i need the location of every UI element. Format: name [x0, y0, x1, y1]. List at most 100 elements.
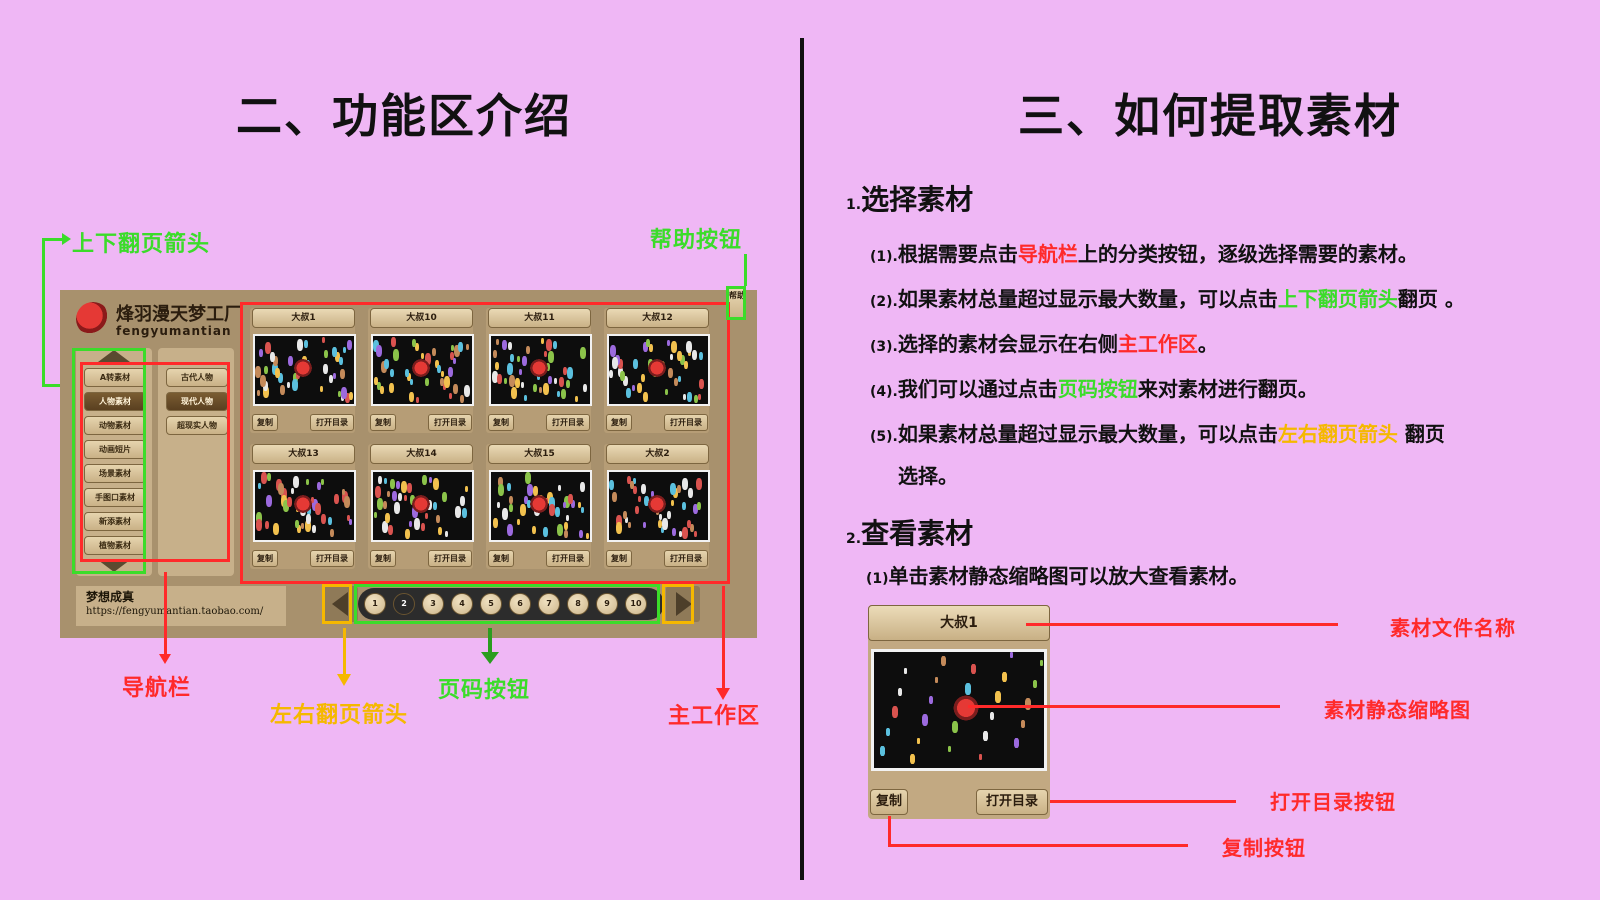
figure-sprite — [910, 754, 915, 764]
step-text: 翻页 — [1397, 422, 1445, 446]
figure-sprite — [935, 677, 938, 683]
figure-sprite — [990, 712, 994, 720]
section2-number: 2. — [846, 531, 862, 547]
outline-next-arrow — [662, 584, 694, 624]
figure-sprite — [1025, 698, 1031, 710]
step-text: 翻页 。 — [1397, 287, 1465, 311]
figure-sprite — [971, 664, 976, 674]
section2-title: 查看素材 — [861, 517, 974, 550]
step-number: (4). — [870, 384, 898, 400]
step-text: 。 — [1197, 332, 1218, 356]
outline-prev-arrow — [322, 584, 352, 624]
seal-icon — [952, 694, 980, 722]
figure-sprite — [941, 656, 946, 666]
figure-sprite — [886, 728, 890, 736]
figure-sprite — [892, 706, 898, 718]
figure-sprite — [1040, 660, 1043, 666]
step-1-1: (1).根据需要点击导航栏上的分类按钮，逐级选择需要的素材。 — [870, 238, 1418, 267]
step-highlight: 主工作区 — [1117, 332, 1198, 356]
callout-line — [888, 844, 1188, 847]
figure-sprite — [917, 738, 920, 744]
figure-sprite — [904, 668, 907, 674]
step-highlight: 上下翻页箭头 — [1277, 287, 1398, 311]
figure-sprite — [995, 691, 1001, 703]
callout-line — [968, 705, 1280, 708]
connector-line — [744, 254, 747, 286]
sample-card-thumbnail[interactable] — [871, 649, 1047, 771]
section1-number: 1. — [846, 197, 862, 213]
step-text: 单击素材静态缩略图可以放大查看素材。 — [888, 564, 1249, 588]
figure-sprite — [1033, 680, 1037, 688]
figure-sprite — [1010, 652, 1013, 658]
left-title: 二、功能区介绍 — [236, 89, 572, 143]
step-text: 选择的素材会显示在右侧 — [897, 332, 1118, 356]
connector-line — [164, 572, 167, 656]
connector-line — [42, 238, 45, 386]
connector-line — [722, 586, 725, 690]
section1-title: 选择素材 — [861, 183, 974, 216]
figure-sprite — [979, 754, 982, 760]
step-number: (5). — [870, 429, 898, 445]
label-up-down-arrow: 上下翻页箭头 — [72, 232, 211, 257]
step-text: 我们可以通过点击 — [897, 377, 1058, 401]
figure-sprite — [880, 746, 885, 756]
callout-line — [1050, 800, 1236, 803]
figure-sprite — [929, 696, 933, 704]
step-1-2: (2).如果素材总量超过显示最大数量，可以点击上下翻页箭头翻页 。 — [870, 283, 1465, 312]
outline-help-button — [726, 286, 746, 320]
step-1-5-cont: 选择。 — [898, 464, 958, 488]
step-1-5: (5).如果素材总量超过显示最大数量，可以点击左右翻页箭头 翻页 — [870, 418, 1445, 447]
step-number: (3). — [870, 339, 898, 355]
figure-sprite — [952, 721, 958, 733]
arrow-down-icon — [481, 652, 499, 664]
step-1-4: (4).我们可以通过点击页码按钮来对素材进行翻页。 — [870, 373, 1318, 402]
sample-open-folder-button[interactable]: 打开目录 — [976, 789, 1048, 815]
callout-copy-button: 复制按钮 — [1222, 836, 1306, 860]
connector-line — [343, 628, 346, 676]
figure-sprite — [922, 714, 928, 726]
sample-material-card: 大叔1 复制 打开目录 — [868, 605, 1050, 819]
label-help-button: 帮助按钮 — [650, 228, 743, 253]
logo-text: 烽羽漫天梦工厂 — [116, 304, 242, 325]
step-number: (1). — [870, 249, 898, 265]
arrow-right-icon — [62, 233, 71, 245]
step-text: 根据需要点击 — [897, 242, 1018, 266]
callout-line — [1026, 623, 1338, 626]
section2-heading: 2.查看素材 — [846, 512, 973, 552]
figure-sprite — [948, 746, 951, 752]
figure-sprite — [983, 731, 988, 741]
logo-icon — [76, 302, 110, 336]
step-number: (1) — [866, 571, 889, 587]
callout-thumbnail: 素材静态缩略图 — [1324, 698, 1471, 722]
sample-card-title: 大叔1 — [868, 605, 1050, 641]
figure-sprite — [1014, 738, 1019, 748]
section1-heading: 1.选择素材 — [846, 178, 973, 218]
outline-nav-bar — [80, 362, 230, 562]
step-text: 来对素材进行翻页。 — [1137, 377, 1318, 401]
outline-page-buttons — [354, 584, 660, 624]
label-nav-bar: 导航栏 — [122, 676, 192, 701]
outline-main-area — [240, 302, 730, 584]
sample-copy-button[interactable]: 复制 — [870, 789, 908, 815]
callout-open-button: 打开目录按钮 — [1270, 790, 1396, 814]
step-number: (2). — [870, 294, 898, 310]
shop-name: 梦想成真 — [86, 590, 135, 604]
app-logo: 烽羽漫天梦工厂 fengyumantian — [76, 300, 244, 344]
label-main-area: 主工作区 — [668, 704, 761, 729]
figure-sprite — [898, 688, 902, 696]
step-1-3: (3).选择的素材会显示在右侧主工作区。 — [870, 328, 1218, 357]
arrow-down-icon — [337, 674, 351, 686]
step-highlight: 导航栏 — [1017, 242, 1078, 266]
label-left-right-arrow: 左右翻页箭头 — [270, 703, 409, 728]
connector-line — [488, 628, 492, 654]
step-text: 如果素材总量超过显示最大数量，可以点击 — [897, 287, 1278, 311]
label-page-buttons: 页码按钮 — [438, 678, 531, 703]
step-highlight: 左右翻页箭头 — [1277, 422, 1398, 446]
right-title: 三、如何提取素材 — [1018, 89, 1402, 143]
step-2-1: (1)单击素材静态缩略图可以放大查看素材。 — [866, 560, 1249, 589]
step-highlight: 页码按钮 — [1057, 377, 1138, 401]
step-text: 上的分类按钮，逐级选择需要的素材。 — [1077, 242, 1418, 266]
logo-subtext: fengyumantian — [116, 324, 232, 338]
figure-sprite — [1021, 720, 1025, 728]
shop-url[interactable]: https://fengyumantian.taobao.com/ — [86, 606, 263, 617]
